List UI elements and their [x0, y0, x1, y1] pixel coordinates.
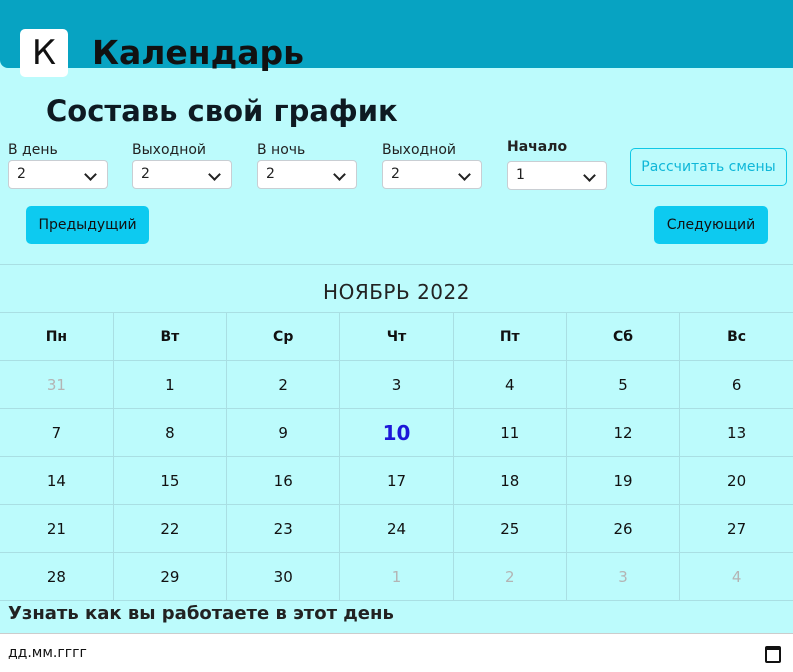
night-off-value: 2 [391, 166, 400, 182]
weekday-wed: Ср [226, 312, 341, 361]
day-cell-next-month[interactable]: 3 [565, 552, 681, 601]
next-month-button[interactable]: Следующий [654, 206, 768, 244]
day-cell[interactable]: 27 [679, 504, 793, 553]
night-off-field: Выходной 2 [382, 142, 482, 189]
night-shift-select[interactable]: 2 [257, 160, 357, 189]
day-cell[interactable]: 28 [0, 552, 114, 601]
day-off-label: Выходной [132, 142, 207, 158]
day-cell[interactable]: 9 [226, 408, 341, 457]
day-cell[interactable]: 22 [112, 504, 228, 553]
day-cell[interactable]: 18 [452, 456, 567, 505]
page-title: Составь свой график [46, 94, 398, 128]
day-cell-next-month[interactable]: 1 [339, 552, 454, 601]
calendar-icon[interactable] [765, 646, 781, 663]
week-row: 14 15 16 17 18 19 20 [0, 456, 793, 505]
chevron-down-icon [208, 168, 221, 181]
start-label: Начало [507, 139, 568, 155]
week-row: 21 22 23 24 25 26 27 [0, 504, 793, 553]
weekday-fri: Пт [452, 312, 567, 361]
day-cell[interactable]: 25 [452, 504, 567, 553]
day-cell[interactable]: 17 [339, 456, 454, 505]
chevron-down-icon [333, 168, 346, 181]
chevron-down-icon [583, 169, 596, 182]
app-title: Календарь [92, 33, 305, 72]
weekday-sun: Вс [679, 312, 793, 361]
day-cell-prev-month[interactable]: 31 [0, 360, 114, 409]
weekday-header-row: Пн Вт Ср Чт Пт Сб Вс [0, 312, 793, 361]
date-input-placeholder: дд.мм.гггг [8, 645, 87, 661]
day-shift-field: В день 2 [8, 142, 108, 189]
weekday-thu: Чт [339, 312, 454, 361]
week-row: 31 1 2 3 4 5 6 [0, 360, 793, 409]
chevron-down-icon [458, 168, 471, 181]
day-cell[interactable]: 1 [112, 360, 228, 409]
day-cell[interactable]: 26 [565, 504, 681, 553]
day-cell[interactable]: 8 [112, 408, 228, 457]
day-cell[interactable]: 15 [112, 456, 228, 505]
day-cell[interactable]: 21 [0, 504, 114, 553]
week-row: 7 8 9 10 11 12 13 [0, 408, 793, 457]
day-off-field: Выходной 2 [132, 142, 232, 189]
night-off-label: Выходной [382, 142, 457, 158]
night-shift-field: В ночь 2 [257, 142, 357, 189]
month-title: НОЯБРЬ 2022 [0, 264, 793, 314]
day-off-select[interactable]: 2 [132, 160, 232, 189]
weekday-sat: Сб [565, 312, 681, 361]
day-shift-label: В день [8, 142, 58, 158]
day-cell[interactable]: 24 [339, 504, 454, 553]
day-shift-value: 2 [17, 166, 26, 182]
day-cell[interactable]: 19 [565, 456, 681, 505]
day-cell-today[interactable]: 10 [339, 408, 454, 457]
day-cell[interactable]: 14 [0, 456, 114, 505]
start-select[interactable]: 1 [507, 161, 607, 190]
day-cell[interactable]: 7 [0, 408, 114, 457]
day-cell[interactable]: 3 [339, 360, 454, 409]
day-cell-next-month[interactable]: 2 [452, 552, 567, 601]
weekday-tue: Вт [112, 312, 228, 361]
day-cell[interactable]: 4 [452, 360, 567, 409]
day-cell[interactable]: 6 [679, 360, 793, 409]
day-cell[interactable]: 13 [679, 408, 793, 457]
day-cell[interactable]: 12 [565, 408, 681, 457]
chevron-down-icon [84, 168, 97, 181]
day-cell[interactable]: 20 [679, 456, 793, 505]
date-lookup-label: Узнать как вы работаете в этот день [8, 603, 394, 624]
day-cell[interactable]: 30 [226, 552, 341, 601]
calendar-grid: Пн Вт Ср Чт Пт Сб Вс 31 1 2 3 4 5 6 7 8 … [0, 312, 793, 601]
night-shift-label: В ночь [257, 142, 306, 158]
day-cell[interactable]: 5 [565, 360, 681, 409]
weekday-mon: Пн [0, 312, 114, 361]
day-cell[interactable]: 11 [452, 408, 567, 457]
night-shift-value: 2 [266, 166, 275, 182]
day-cell[interactable]: 23 [226, 504, 341, 553]
app-header: К Календарь [0, 0, 793, 77]
day-cell-next-month[interactable]: 4 [679, 552, 793, 601]
week-row: 28 29 30 1 2 3 4 [0, 552, 793, 601]
day-shift-select[interactable]: 2 [8, 160, 108, 189]
day-off-value: 2 [141, 166, 150, 182]
day-cell[interactable]: 29 [112, 552, 228, 601]
date-lookup-input[interactable]: дд.мм.гггг [0, 633, 793, 672]
previous-month-button[interactable]: Предыдущий [26, 206, 149, 244]
start-value: 1 [516, 167, 525, 183]
calculate-shifts-button[interactable]: Рассчитать смены [630, 148, 787, 186]
day-cell[interactable]: 16 [226, 456, 341, 505]
start-field: Начало 1 [507, 139, 607, 190]
night-off-select[interactable]: 2 [382, 160, 482, 189]
day-cell[interactable]: 2 [226, 360, 341, 409]
app-logo: К [20, 29, 68, 77]
